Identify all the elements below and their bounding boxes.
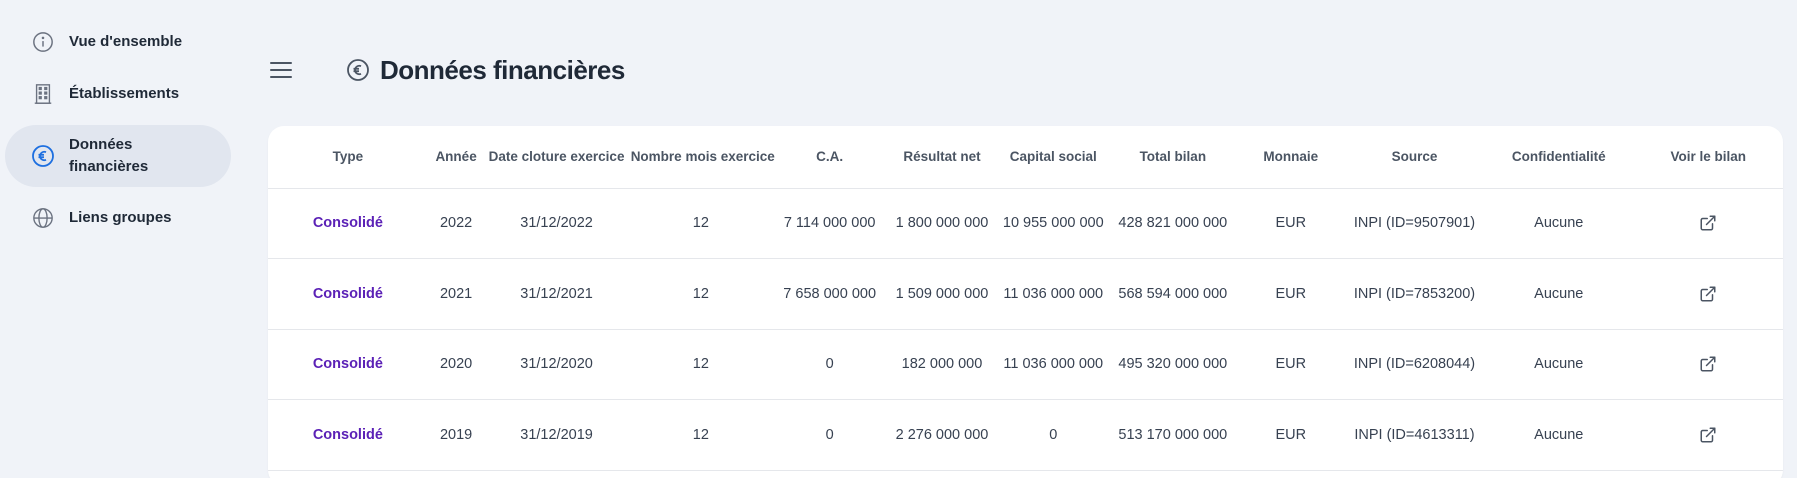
cell-resultat: 2 276 000 000 [886, 399, 998, 471]
table-row: Consolidé 2019 31/12/2019 12 0 2 276 000… [268, 399, 1783, 471]
column-header-voir-bilan: Voir le bilan [1633, 126, 1783, 189]
column-header-date-cloture[interactable]: Date cloture exercice [484, 126, 629, 189]
cell-bilan: 428 821 000 000 [1108, 188, 1237, 259]
cell-resultat: 1 509 000 000 [886, 258, 998, 330]
column-header-ca[interactable]: C.A. [772, 126, 887, 189]
cell-monnaie: EUR [1236, 329, 1345, 400]
cell-mois: 12 [628, 329, 773, 400]
cell-source: INPI (ID=9507901) [1344, 188, 1485, 259]
cell-confidentialite: Aucune [1484, 329, 1634, 400]
external-link-icon[interactable] [1699, 355, 1717, 373]
column-header-annee[interactable]: Année [427, 126, 485, 189]
page-title: Données financières [380, 54, 625, 85]
cell-mois: 12 [628, 399, 773, 471]
cell-voir-bilan [1633, 188, 1783, 259]
table-row: Consolidé 2020 31/12/2020 12 0 182 000 0… [268, 329, 1783, 400]
cell-type: Consolidé [268, 329, 428, 400]
cell-bilan: 568 594 000 000 [1108, 258, 1237, 330]
sidebar-item-label: Établissements [69, 85, 180, 102]
cell-resultat: 182 000 000 [886, 329, 998, 400]
sidebar-item-vue-ensemble[interactable]: Vue d'ensemble [5, 26, 231, 58]
cell-ca: 0 [772, 399, 887, 471]
cell-voir-bilan [1633, 258, 1783, 330]
financial-data-table: Type Année Date cloture exercice Nombre … [268, 126, 1783, 471]
sidebar-item-label: Vue d'ensemble [69, 33, 183, 50]
cell-source: INPI (ID=4613311) [1344, 399, 1485, 471]
cell-ca: 0 [772, 329, 887, 400]
cell-annee: 2021 [427, 258, 485, 330]
sidebar-item-label: Liens groupes [69, 209, 172, 226]
sidebar-item-label: Données financières [69, 136, 149, 175]
cell-confidentialite: Aucune [1484, 399, 1634, 471]
euro-circle-icon [31, 144, 55, 168]
cell-annee: 2020 [427, 329, 485, 400]
sidebar-item-etablissements[interactable]: Établissements [5, 78, 231, 110]
cell-date: 31/12/2020 [484, 329, 629, 400]
info-circle-icon [31, 30, 55, 54]
cell-capital: 11 036 000 000 [997, 329, 1109, 400]
cell-source: INPI (ID=7853200) [1344, 258, 1485, 330]
sidebar: Vue d'ensemble Établissements Données fi… [0, 0, 240, 478]
cell-confidentialite: Aucune [1484, 188, 1634, 259]
cell-mois: 12 [628, 258, 773, 330]
sidebar-item-liens-groupes[interactable]: Liens groupes [5, 202, 231, 234]
cell-capital: 11 036 000 000 [997, 258, 1109, 330]
column-header-monnaie[interactable]: Monnaie [1236, 126, 1345, 189]
cell-ca: 7 658 000 000 [772, 258, 887, 330]
cell-monnaie: EUR [1236, 399, 1345, 471]
cell-bilan: 495 320 000 000 [1108, 329, 1237, 400]
cell-monnaie: EUR [1236, 188, 1345, 259]
sidebar-item-donnees-financieres[interactable]: Données financières [5, 125, 231, 187]
cell-date: 31/12/2022 [484, 188, 629, 259]
external-link-icon[interactable] [1699, 214, 1717, 232]
cell-source: INPI (ID=6208044) [1344, 329, 1485, 400]
building-icon [31, 82, 55, 106]
cell-resultat: 1 800 000 000 [886, 188, 998, 259]
column-header-confidentialite[interactable]: Confidentialité [1484, 126, 1634, 189]
cell-monnaie: EUR [1236, 258, 1345, 330]
cell-capital: 0 [997, 399, 1109, 471]
column-header-total-bilan[interactable]: Total bilan [1108, 126, 1237, 189]
column-header-capital-social[interactable]: Capital social [997, 126, 1109, 189]
page-header: Données financières [270, 48, 625, 92]
external-link-icon[interactable] [1699, 285, 1717, 303]
column-header-resultat-net[interactable]: Résultat net [886, 126, 998, 189]
table-header-row: Type Année Date cloture exercice Nombre … [268, 126, 1783, 189]
external-link-icon[interactable] [1699, 426, 1717, 444]
euro-circle-icon [346, 58, 370, 82]
cell-confidentialite: Aucune [1484, 258, 1634, 330]
cell-type: Consolidé [268, 258, 428, 330]
cell-mois: 12 [628, 188, 773, 259]
column-header-source[interactable]: Source [1344, 126, 1485, 189]
cell-annee: 2019 [427, 399, 485, 471]
cell-voir-bilan [1633, 399, 1783, 471]
cell-annee: 2022 [427, 188, 485, 259]
cell-date: 31/12/2021 [484, 258, 629, 330]
menu-icon[interactable] [270, 58, 298, 82]
cell-date: 31/12/2019 [484, 399, 629, 471]
cell-type: Consolidé [268, 188, 428, 259]
cell-type: Consolidé [268, 399, 428, 471]
cell-bilan: 513 170 000 000 [1108, 399, 1237, 471]
financial-data-card: Type Année Date cloture exercice Nombre … [268, 126, 1783, 478]
cell-voir-bilan [1633, 329, 1783, 400]
table-row: Consolidé 2022 31/12/2022 12 7 114 000 0… [268, 188, 1783, 259]
table-row: Consolidé 2021 31/12/2021 12 7 658 000 0… [268, 258, 1783, 330]
column-header-type[interactable]: Type [268, 126, 428, 189]
column-header-nombre-mois[interactable]: Nombre mois exercice [628, 126, 775, 189]
globe-icon [31, 206, 55, 230]
cell-ca: 7 114 000 000 [772, 188, 887, 259]
cell-capital: 10 955 000 000 [997, 188, 1109, 259]
